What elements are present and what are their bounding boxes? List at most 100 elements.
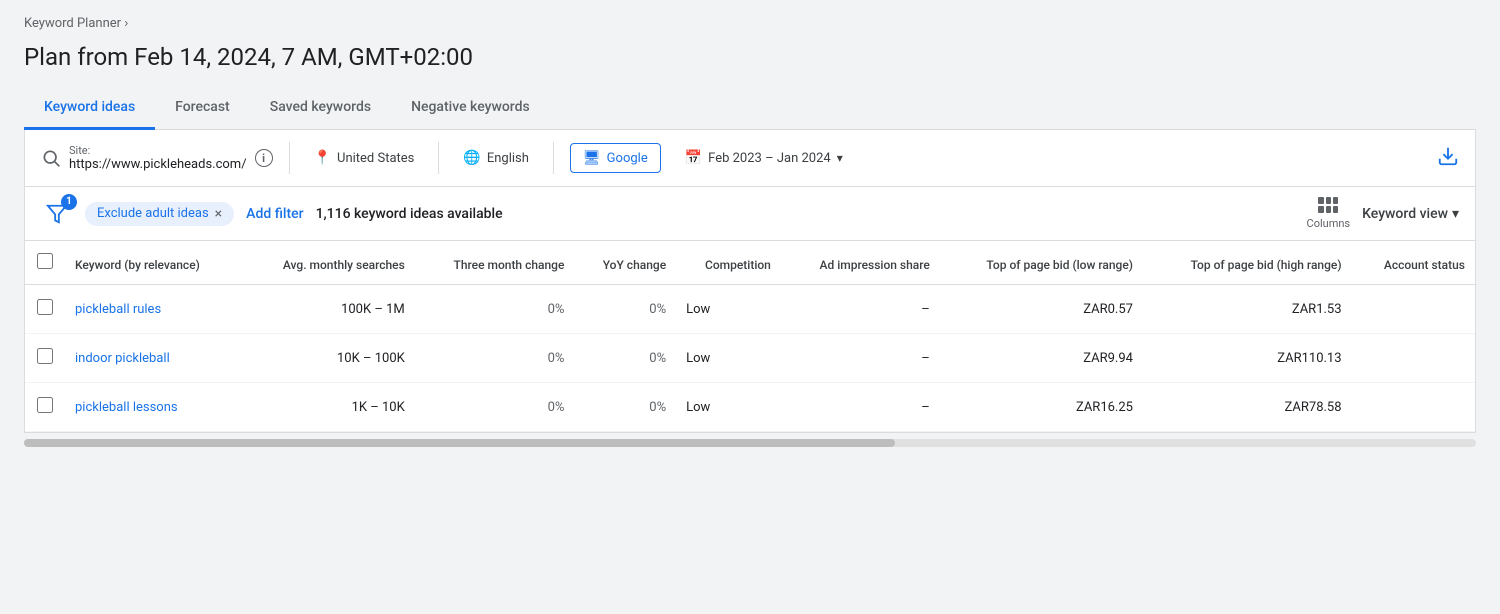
header-three-month[interactable]: Three month change	[415, 241, 575, 285]
header-top-bid-high[interactable]: Top of page bid (high range)	[1143, 241, 1352, 285]
row-top-bid-high: ZAR110.13	[1143, 334, 1352, 383]
keyword-view-label: Keyword view	[1362, 206, 1448, 222]
tab-negative-keywords[interactable]: Negative keywords	[391, 87, 550, 130]
row-keyword[interactable]: indoor pickleball	[65, 334, 242, 383]
columns-icon	[1318, 197, 1338, 213]
tab-forecast[interactable]: Forecast	[155, 87, 250, 130]
breadcrumb-arrow: ›	[124, 16, 128, 31]
row-checkbox-1[interactable]	[37, 348, 53, 364]
row-account-status	[1352, 334, 1475, 383]
columns-label: Columns	[1307, 217, 1351, 230]
download-button[interactable]	[1437, 145, 1459, 172]
row-keyword[interactable]: pickleball rules	[65, 285, 242, 334]
language-label: English	[487, 151, 529, 166]
filter-funnel-button[interactable]: 1	[41, 198, 73, 230]
row-three-month: 0%	[415, 285, 575, 334]
row-yoy: 0%	[574, 334, 676, 383]
row-three-month: 0%	[415, 383, 575, 432]
add-filter-button[interactable]: Add filter	[246, 206, 303, 222]
row-checkbox-2[interactable]	[37, 397, 53, 413]
table-row: pickleball lessons 1K – 10K 0% 0% Low – …	[25, 383, 1475, 432]
row-top-bid-high: ZAR78.58	[1143, 383, 1352, 432]
keyword-view-chevron: ▾	[1452, 206, 1459, 222]
monitor-icon: 🖥	[583, 150, 601, 166]
table-row: indoor pickleball 10K – 100K 0% 0% Low –…	[25, 334, 1475, 383]
tab-keyword-ideas[interactable]: Keyword ideas	[24, 87, 155, 130]
divider-2	[438, 142, 439, 174]
breadcrumb-link[interactable]: Keyword Planner	[24, 16, 121, 31]
header-checkbox-cell	[25, 241, 65, 285]
site-url: https://www.pickleheads.com/	[69, 157, 247, 172]
language-filter[interactable]: 🌐 English	[455, 144, 537, 172]
exclude-adult-chip[interactable]: Exclude adult ideas ×	[85, 202, 234, 226]
divider-3	[553, 142, 554, 174]
network-selector[interactable]: 🖥 Google	[570, 143, 661, 173]
info-icon[interactable]: i	[255, 149, 273, 167]
date-range-label: Feb 2023 – Jan 2024	[708, 151, 831, 166]
columns-button[interactable]: Columns	[1307, 197, 1351, 230]
row-competition: Low	[676, 383, 781, 432]
row-checkbox-cell	[25, 383, 65, 432]
table-row: pickleball rules 100K – 1M 0% 0% Low – Z…	[25, 285, 1475, 334]
calendar-icon: 📅	[685, 150, 702, 166]
row-competition: Low	[676, 334, 781, 383]
header-avg-monthly[interactable]: Avg. monthly searches	[242, 241, 415, 285]
site-label: Site:	[69, 144, 247, 157]
bottom-scrollbar[interactable]	[24, 433, 1476, 453]
search-bar-section: Site: https://www.pickleheads.com/ i 📍 U…	[24, 130, 1476, 187]
row-avg-monthly: 10K – 100K	[242, 334, 415, 383]
row-ad-impression: –	[781, 383, 940, 432]
filter-section: 1 Exclude adult ideas × Add filter 1,116…	[24, 187, 1476, 241]
row-checkbox-cell	[25, 334, 65, 383]
row-avg-monthly: 100K – 1M	[242, 285, 415, 334]
header-top-bid-low[interactable]: Top of page bid (low range)	[940, 241, 1143, 285]
row-top-bid-low: ZAR0.57	[940, 285, 1143, 334]
filter-badge: 1	[61, 194, 77, 210]
row-account-status	[1352, 383, 1475, 432]
row-keyword[interactable]: pickleball lessons	[65, 383, 242, 432]
select-all-checkbox[interactable]	[37, 253, 53, 269]
page-title: Plan from Feb 14, 2024, 7 AM, GMT+02:00	[24, 43, 1476, 71]
keyword-view-button[interactable]: Keyword view ▾	[1362, 206, 1459, 222]
divider-1	[289, 142, 290, 174]
keyword-table: Keyword (by relevance) Avg. monthly sear…	[25, 241, 1475, 432]
search-icon	[41, 148, 61, 168]
header-competition[interactable]: Competition	[676, 241, 781, 285]
row-top-bid-high: ZAR1.53	[1143, 285, 1352, 334]
location-icon: 📍	[314, 150, 331, 166]
row-account-status	[1352, 285, 1475, 334]
header-account-status[interactable]: Account status	[1352, 241, 1475, 285]
exclude-adult-close-icon[interactable]: ×	[215, 206, 222, 222]
row-top-bid-low: ZAR16.25	[940, 383, 1143, 432]
row-yoy: 0%	[574, 383, 676, 432]
row-ad-impression: –	[781, 285, 940, 334]
header-yoy[interactable]: YoY change	[574, 241, 676, 285]
translate-icon: 🌐	[463, 150, 480, 166]
header-keyword[interactable]: Keyword (by relevance)	[65, 241, 242, 285]
network-label: Google	[607, 151, 648, 166]
date-range-selector[interactable]: 📅 Feb 2023 – Jan 2024 ▾	[677, 144, 851, 172]
table-header-row: Keyword (by relevance) Avg. monthly sear…	[25, 241, 1475, 285]
scrollbar-thumb	[24, 439, 895, 447]
header-ad-impression[interactable]: Ad impression share	[781, 241, 940, 285]
exclude-adult-label: Exclude adult ideas	[97, 206, 209, 221]
main-container: Keyword Planner › Plan from Feb 14, 2024…	[0, 0, 1500, 614]
site-info: Site: https://www.pickleheads.com/	[69, 144, 247, 172]
row-ad-impression: –	[781, 334, 940, 383]
row-checkbox-0[interactable]	[37, 299, 53, 315]
chevron-down-icon: ▾	[837, 151, 843, 165]
row-yoy: 0%	[574, 285, 676, 334]
keyword-table-section: Keyword (by relevance) Avg. monthly sear…	[24, 241, 1476, 433]
row-checkbox-cell	[25, 285, 65, 334]
breadcrumb[interactable]: Keyword Planner ›	[24, 16, 1476, 31]
location-label: United States	[337, 151, 414, 166]
tab-saved-keywords[interactable]: Saved keywords	[250, 87, 391, 130]
row-top-bid-low: ZAR9.94	[940, 334, 1143, 383]
row-competition: Low	[676, 285, 781, 334]
location-filter[interactable]: 📍 United States	[306, 144, 423, 172]
scrollbar-track	[24, 439, 1476, 447]
keyword-count: 1,116 keyword ideas available	[316, 206, 503, 222]
tabs-bar: Keyword ideas Forecast Saved keywords Ne…	[24, 87, 1476, 130]
site-search: Site: https://www.pickleheads.com/ i	[41, 144, 273, 172]
row-avg-monthly: 1K – 10K	[242, 383, 415, 432]
